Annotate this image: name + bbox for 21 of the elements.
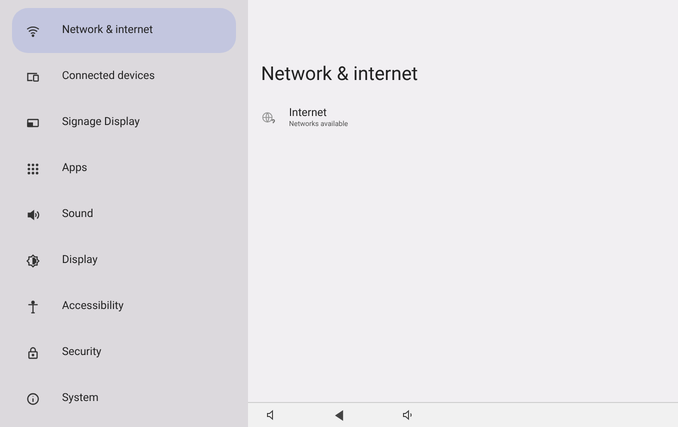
- sidebar-item[interactable]: Accessibility: [12, 284, 236, 329]
- info-icon: [26, 392, 40, 406]
- lock-icon: [26, 346, 40, 360]
- speaker-icon: [26, 208, 40, 222]
- sidebar-item[interactable]: Signage Display: [12, 100, 236, 145]
- back-icon[interactable]: [335, 410, 344, 420]
- page-title: Network & internet: [261, 62, 419, 86]
- sidebar-item[interactable]: Display: [12, 238, 236, 283]
- sidebar-item[interactable]: System: [12, 376, 236, 421]
- item-title: Internet: [289, 106, 328, 119]
- volume-up-icon[interactable]: [402, 409, 414, 421]
- sidebar-item[interactable]: Connected devices: [12, 54, 236, 99]
- accessibility-icon: [26, 300, 40, 314]
- globe-question-icon: [261, 110, 275, 124]
- apps-grid-icon: [26, 162, 40, 176]
- sidebar-item[interactable]: Apps: [12, 146, 236, 191]
- sidebar-item[interactable]: Network & internet: [12, 8, 236, 53]
- sidebar-item[interactable]: Security: [12, 330, 236, 375]
- sidebar-item[interactable]: Sound: [12, 192, 236, 237]
- wifi-icon: [26, 24, 40, 38]
- brightness-icon: [26, 254, 40, 268]
